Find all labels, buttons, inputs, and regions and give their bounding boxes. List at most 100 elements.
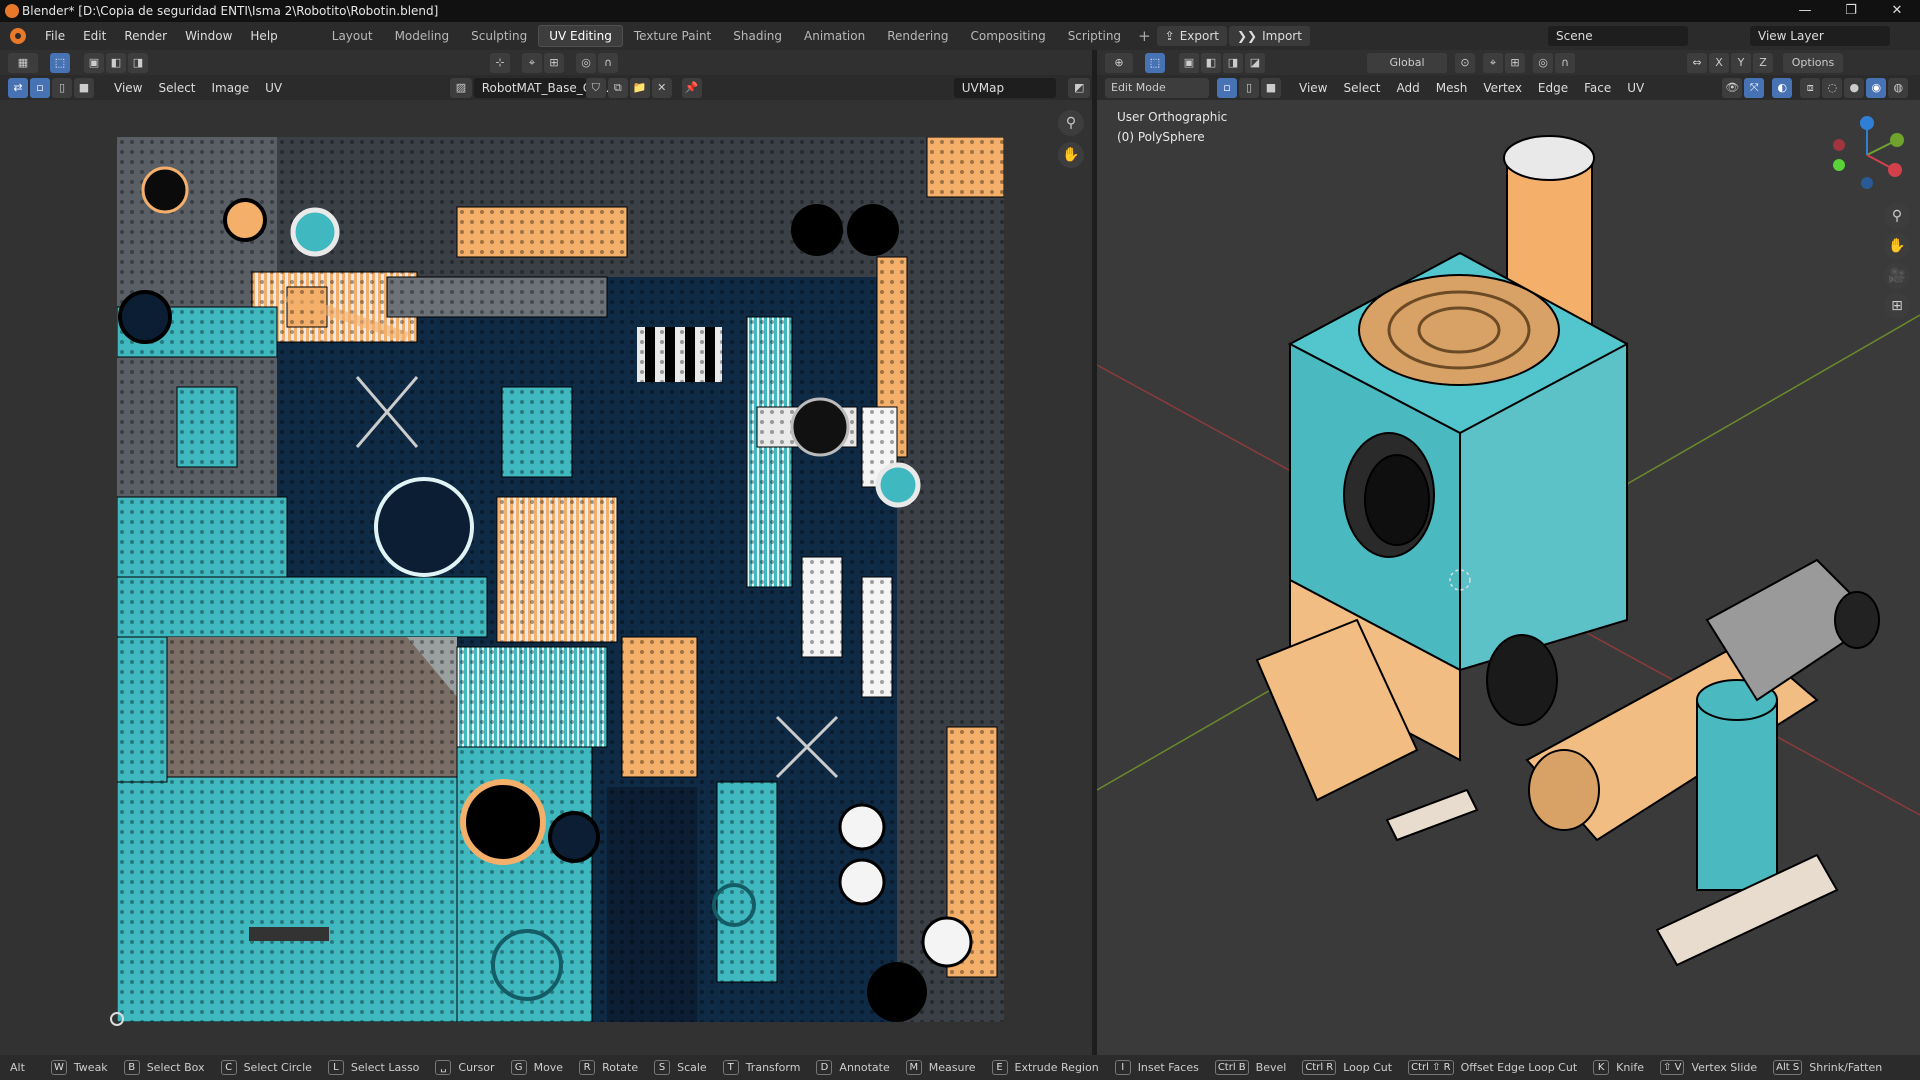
transform-orientation-dropdown[interactable]: Global <box>1367 52 1447 73</box>
navigation-gizmo[interactable] <box>1827 115 1907 195</box>
falloff-icon[interactable]: ∩ <box>598 52 618 73</box>
viewport-menu-face[interactable]: Face <box>1576 78 1619 98</box>
camera-view-icon[interactable]: 🎥 <box>1884 263 1910 289</box>
mirror-axes-icon[interactable]: ⇔ <box>1687 52 1707 73</box>
pin-icon[interactable]: 📌 <box>681 77 702 98</box>
tab-texture-paint[interactable]: Texture Paint <box>623 25 722 47</box>
uv-face-select-icon[interactable]: ■ <box>74 77 94 98</box>
tab-layout[interactable]: Layout <box>321 25 384 47</box>
snap-target-icon[interactable]: ⊞ <box>544 52 564 73</box>
status-key-19: Alt S <box>1773 1060 1803 1075</box>
editor-type-icon[interactable]: ▦ <box>8 52 38 73</box>
select-tool-icon[interactable]: ⬚ <box>50 52 70 73</box>
wireframe-shading-icon[interactable]: ◌ <box>1822 77 1843 98</box>
uv-menu-select[interactable]: Select <box>150 78 203 98</box>
menu-help[interactable]: Help <box>241 22 286 50</box>
axis-y-toggle[interactable]: Y <box>1731 52 1751 73</box>
unlink-image-icon[interactable]: ✕ <box>651 77 672 98</box>
image-name-field[interactable]: RobotMAT_Base_Col... <box>473 77 613 98</box>
pivot-icon[interactable]: ⊹ <box>490 52 510 73</box>
menu-render[interactable]: Render <box>115 22 176 50</box>
uv-texture-image[interactable] <box>117 137 1004 1022</box>
uv-vertex-select-icon[interactable]: ▫ <box>30 77 50 98</box>
rendered-shading-icon[interactable]: ◍ <box>1888 77 1909 98</box>
uv-sync-selection-icon[interactable]: ⇄ <box>8 77 28 98</box>
viewport-menu-view[interactable]: View <box>1291 78 1335 98</box>
options-dropdown[interactable]: Options <box>1783 52 1843 73</box>
duplicate-image-icon[interactable]: ⧉ <box>607 77 628 98</box>
import-button[interactable]: ❯❯ Import <box>1228 26 1310 46</box>
overlays-icon[interactable]: ◐ <box>1772 77 1793 98</box>
material-shading-icon[interactable]: ◉ <box>1866 77 1887 98</box>
solid-shading-icon[interactable]: ● <box>1844 77 1865 98</box>
restore-icon[interactable]: ❐ <box>1828 0 1874 22</box>
menu-edit[interactable]: Edit <box>74 22 115 50</box>
3d-viewport[interactable]: User Orthographic (0) PolySphere ⚲ ✋ 🎥 ⊞ <box>1097 100 1920 1055</box>
minimize-icon[interactable]: — <box>1782 0 1828 22</box>
uv-map-field[interactable]: UVMap <box>953 77 1057 98</box>
viewport-falloff-icon[interactable]: ∩ <box>1555 52 1575 73</box>
viewport-zoom-icon[interactable]: ⚲ <box>1884 203 1910 229</box>
select-mode-subtract-icon[interactable]: ◨ <box>128 52 148 73</box>
close-icon[interactable]: ✕ <box>1874 0 1920 22</box>
face-select-mode-icon[interactable]: ■ <box>1261 77 1281 98</box>
tab-sculpting[interactable]: Sculpting <box>460 25 538 47</box>
status-key-14: Ctrl B <box>1214 1060 1249 1075</box>
xray-icon[interactable]: ⧈ <box>1800 77 1821 98</box>
viewport-menu-add[interactable]: Add <box>1389 78 1428 98</box>
viewport-menu-mesh[interactable]: Mesh <box>1428 78 1476 98</box>
edge-select-mode-icon[interactable]: ▯ <box>1239 77 1259 98</box>
uv-menu-uv[interactable]: UV <box>257 78 290 98</box>
select-mode-new-icon[interactable]: ▣ <box>84 52 104 73</box>
tab-animation[interactable]: Animation <box>793 25 876 47</box>
viewport-proportional-icon[interactable]: ◎ <box>1533 52 1553 73</box>
viewport-menu-uv[interactable]: UV <box>1619 78 1652 98</box>
axis-x-toggle[interactable]: X <box>1709 52 1729 73</box>
tab-rendering[interactable]: Rendering <box>876 25 959 47</box>
viewport-menu-edge[interactable]: Edge <box>1530 78 1576 98</box>
fake-user-icon[interactable]: ⛉ <box>585 77 606 98</box>
blender-menu-icon[interactable] <box>10 28 26 44</box>
scene-selector[interactable]: Scene <box>1548 26 1688 46</box>
viewport-select-tool-icon[interactable]: ⬚ <box>1145 52 1165 73</box>
menu-window[interactable]: Window <box>176 22 241 50</box>
select-mode-extend-icon[interactable]: ◧ <box>106 52 126 73</box>
viewport-select-subtract-icon[interactable]: ◨ <box>1223 52 1243 73</box>
viewport-select-invert-icon[interactable]: ◪ <box>1245 52 1265 73</box>
uv-edge-select-icon[interactable]: ▯ <box>52 77 72 98</box>
viewport-menu-vertex[interactable]: Vertex <box>1475 78 1530 98</box>
uv-menu-view[interactable]: View <box>106 78 150 98</box>
zoom-icon[interactable]: ⚲ <box>1058 110 1084 136</box>
pivot-point-icon[interactable]: ⊙ <box>1455 52 1475 73</box>
viewport-select-new-icon[interactable]: ▣ <box>1179 52 1199 73</box>
tab-compositing[interactable]: Compositing <box>959 25 1056 47</box>
open-image-icon[interactable]: 📁 <box>629 77 650 98</box>
gizmo-icon[interactable]: ⤧ <box>1744 77 1765 98</box>
view-layer-selector[interactable]: View Layer <box>1750 26 1890 46</box>
pan-hand-icon[interactable]: ✋ <box>1058 142 1084 168</box>
proportional-edit-icon[interactable]: ◎ <box>576 52 596 73</box>
tab-uv-editing[interactable]: UV Editing <box>538 25 623 47</box>
perspective-toggle-icon[interactable]: ⊞ <box>1884 293 1910 319</box>
axis-z-toggle[interactable]: Z <box>1753 52 1773 73</box>
export-button[interactable]: ⇪ Export <box>1156 26 1227 46</box>
mode-dropdown[interactable]: Edit Mode <box>1105 77 1209 98</box>
tab-scripting[interactable]: Scripting <box>1057 25 1132 47</box>
vertex-select-mode-icon[interactable]: ▫ <box>1217 77 1237 98</box>
menu-file[interactable]: File <box>36 22 74 50</box>
tab-modeling[interactable]: Modeling <box>384 25 461 47</box>
status-label-18: Vertex Slide <box>1691 1061 1758 1074</box>
viewport-snap-target-icon[interactable]: ⊞ <box>1505 52 1525 73</box>
viewport-editor-type-icon[interactable]: ⊕ <box>1105 52 1133 73</box>
viewport-select-extend-icon[interactable]: ◧ <box>1201 52 1221 73</box>
snap-icon[interactable]: ⌖ <box>522 52 542 73</box>
add-workspace-icon[interactable]: + <box>1138 27 1151 45</box>
display-channels-icon[interactable]: ◩ <box>1068 77 1090 98</box>
image-browse-icon[interactable]: ▨ <box>450 77 472 98</box>
tab-shading[interactable]: Shading <box>722 25 793 47</box>
visibility-icon[interactable]: 👁 <box>1722 77 1743 98</box>
viewport-pan-icon[interactable]: ✋ <box>1884 233 1910 259</box>
viewport-snap-icon[interactable]: ⌖ <box>1483 52 1503 73</box>
viewport-menu-select[interactable]: Select <box>1335 78 1388 98</box>
uv-menu-image[interactable]: Image <box>204 78 258 98</box>
